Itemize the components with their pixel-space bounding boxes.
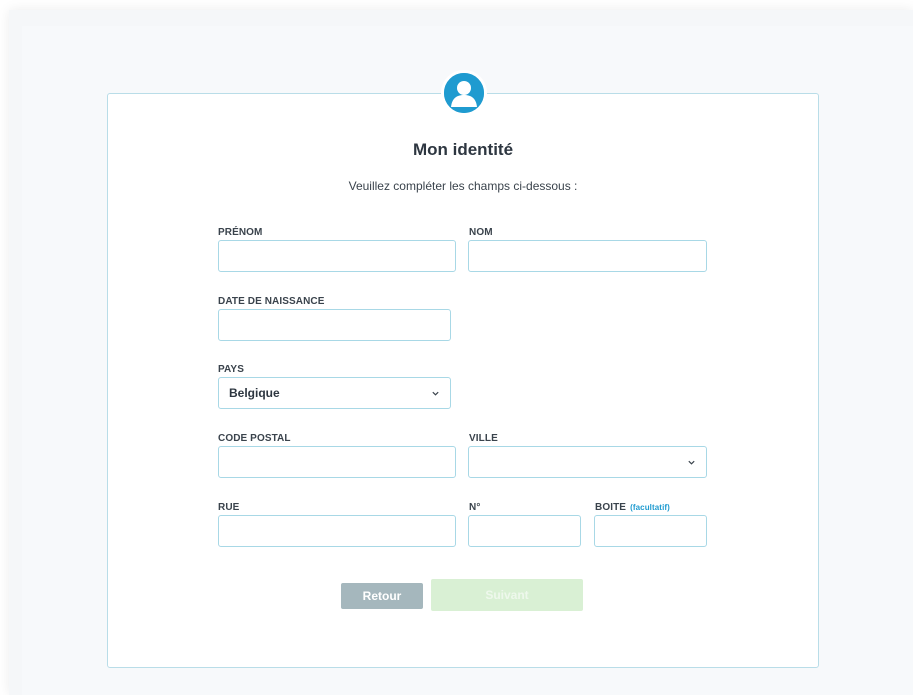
page-title: Mon identité — [412, 140, 514, 159]
prenom-label: PRÉNOM — [218, 227, 263, 238]
ville-select[interactable] — [468, 446, 707, 478]
chevron-down-icon — [432, 391, 439, 396]
pays-selected-value: Belgique — [229, 386, 280, 400]
code-postal-label: CODE POSTAL — [218, 433, 291, 444]
rue-label: RUE — [218, 502, 240, 513]
ville-label: VILLE — [469, 433, 498, 444]
code-postal-input[interactable] — [218, 446, 456, 478]
next-button[interactable]: Suivant — [431, 579, 583, 611]
back-button[interactable]: Retour — [341, 583, 423, 609]
boite-optional-note: (facultatif) — [630, 503, 670, 512]
rue-input[interactable] — [218, 515, 456, 547]
prenom-input[interactable] — [218, 240, 456, 272]
boite-label: BOITE (facultatif) — [595, 502, 670, 513]
user-icon — [444, 73, 484, 113]
user-avatar-icon — [441, 70, 487, 116]
page-subtitle: Veuillez compléter les champs ci-dessous… — [348, 179, 578, 193]
pays-label: PAYS — [218, 364, 244, 375]
pays-select[interactable]: Belgique — [218, 377, 451, 409]
date-naissance-input[interactable] — [218, 309, 451, 341]
numero-label: N° — [469, 502, 481, 513]
numero-input[interactable] — [468, 515, 581, 547]
boite-label-text: BOITE — [595, 502, 627, 513]
boite-input[interactable] — [594, 515, 707, 547]
nom-input[interactable] — [468, 240, 707, 272]
date-naissance-label: DATE DE NAISSANCE — [218, 296, 325, 307]
chevron-down-icon — [688, 460, 695, 465]
nom-label: NOM — [469, 227, 493, 238]
